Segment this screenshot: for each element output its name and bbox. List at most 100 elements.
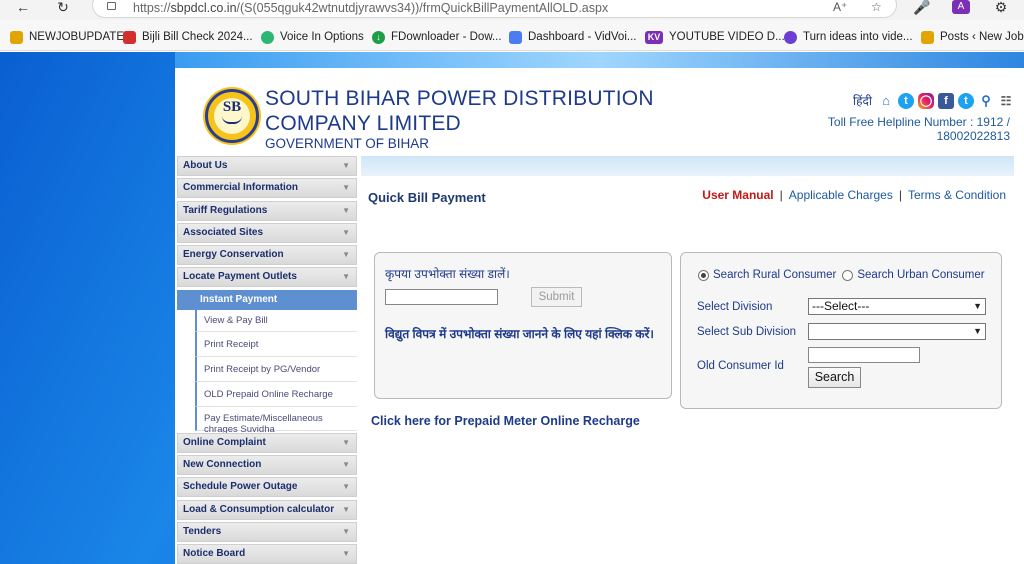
bookmark-posts[interactable]: Posts ‹ New Job U <box>921 29 1024 45</box>
menu-about-us[interactable]: About Us ▼ <box>177 156 357 176</box>
find-consumer-number-link[interactable]: विद्युत विपत्र में उपभोक्ता संख्या जानने… <box>385 327 655 342</box>
company-logo[interactable]: SB <box>205 89 259 143</box>
radio-urban-label[interactable]: Search Urban Consumer <box>857 269 984 281</box>
sub-division-label: Select Sub Division <box>697 326 797 338</box>
facebook-icon[interactable]: f <box>938 92 954 109</box>
back-arrow-icon[interactable]: ← <box>14 0 32 16</box>
terms-condition-link[interactable]: Terms & Condition <box>908 188 1006 202</box>
chevron-down-icon: ▼ <box>342 183 350 193</box>
read-aloud-icon[interactable]: A⁺ <box>833 0 847 14</box>
chevron-down-icon: ▼ <box>342 437 350 447</box>
submit-button[interactable]: Submit <box>531 287 582 307</box>
folder-icon <box>921 30 934 44</box>
submenu-print-receipt[interactable]: Print Receipt <box>195 331 357 357</box>
menu-locate-payment-outlets[interactable]: Locate Payment Outlets ▼ <box>177 267 357 288</box>
menu-tariff-regulations[interactable]: Tariff Regulations ▼ <box>177 200 357 221</box>
division-label: Select Division <box>697 301 773 313</box>
radio-urban-consumer[interactable] <box>842 269 854 281</box>
twitter-icon[interactable]: t <box>898 92 914 109</box>
search-button[interactable]: Search <box>808 367 861 388</box>
applicable-charges-link[interactable]: Applicable Charges <box>789 188 893 202</box>
prepaid-recharge-link[interactable]: Click here for Prepaid Meter Online Rech… <box>371 414 640 428</box>
company-subtitle: GOVERNMENT OF BIHAR <box>265 136 430 151</box>
old-consumer-id-label: Old Consumer Id <box>697 360 784 372</box>
bookmark-youtube-video[interactable]: KV YOUTUBE VIDEO D... <box>645 29 785 45</box>
submenu-pay-estimate[interactable]: Pay Estimate/Miscellaneous chrages Suvid… <box>195 406 357 435</box>
hindi-link[interactable]: हिंदी <box>853 92 872 109</box>
voice-icon <box>261 30 274 44</box>
chevron-down-icon: ▼ <box>342 250 350 260</box>
bookmark-vidvoice[interactable]: Dashboard - VidVoi... <box>509 29 636 45</box>
header-band <box>175 52 1024 68</box>
instagram-icon[interactable]: ◯ <box>918 92 934 109</box>
chevron-down-icon: ▼ <box>342 549 350 559</box>
top-links: User Manual | Applicable Charges | Terms & C… <box>702 188 1006 202</box>
menu-notice-board[interactable]: Notice Board ▼ <box>177 544 357 564</box>
download-icon: ↓ <box>372 30 385 44</box>
bookmark-bijli-bill[interactable]: Bijli Bill Check 2024... <box>123 29 253 45</box>
menu-schedule-power-outage[interactable]: Schedule Power Outage ▼ <box>177 477 357 498</box>
helpline-text: Toll Free Helpline Number : 1912 / 18002… <box>827 115 1010 143</box>
logo-smile-icon <box>222 116 242 124</box>
old-consumer-id-input[interactable] <box>808 347 920 363</box>
bookmark-fdownloader[interactable]: ↓ FDownloader - Dow... <box>372 29 502 45</box>
sparkle-icon <box>784 30 797 44</box>
consumer-number-panel: कृपया उपभोक्ता संख्या डालें। Submit विद्… <box>374 252 672 399</box>
chevron-down-icon: ▼ <box>342 161 350 170</box>
content-header-strip <box>361 156 1014 176</box>
extensions-puzzle-icon[interactable]: ⚙ <box>992 0 1010 16</box>
site-page: SB SOUTH BIHAR POWER DISTRIBUTION COMPAN… <box>175 68 1024 564</box>
sidebar-menu: About Us ▼ Commercial Information ▼ Tariff… <box>177 156 357 564</box>
menu-tenders[interactable]: Tenders ▼ <box>177 521 357 542</box>
chevron-down-icon: ▼ <box>342 504 350 514</box>
consumer-type-radios: Search Rural Consumer Search Urban Consu… <box>698 269 985 281</box>
social-icons: हिंदी ⌂ t ◯ f t ⚲ ☷ <box>853 92 1014 109</box>
page-title: Quick Bill Payment <box>368 190 486 205</box>
menu-associated-sites[interactable]: Associated Sites ▼ <box>177 222 357 243</box>
chevron-down-icon: ▼ <box>342 460 350 470</box>
submenu-print-receipt-vendor[interactable]: Print Receipt by PG/Vendor <box>195 356 357 382</box>
sub-division-select[interactable]: ▼ <box>808 323 986 340</box>
radio-rural-consumer[interactable] <box>698 269 709 281</box>
menu-commercial-information[interactable]: Commercial Information ▼ <box>177 178 357 199</box>
chevron-down-icon: ▼ <box>342 482 350 492</box>
bookmark-newjobupdate[interactable]: NEWJOBUPDATE <box>10 29 124 45</box>
favorite-star-icon[interactable]: ☆ <box>871 0 882 14</box>
url-text: https://sbpdcl.co.in/(S(055qguk42wtnutdj… <box>133 1 609 15</box>
menu-online-complaint[interactable]: Online Complaint ▼ <box>177 432 357 453</box>
sitemap-icon[interactable]: ☷ <box>998 93 1014 109</box>
search-consumer-panel: Search Rural Consumer Search Urban Consu… <box>680 252 1002 409</box>
chevron-down-icon: ▼ <box>973 326 982 336</box>
chevron-down-icon: ▼ <box>342 526 350 536</box>
chevron-down-icon: ▼ <box>973 301 982 311</box>
folder-icon <box>10 30 23 44</box>
chevron-down-icon: ▼ <box>342 272 350 282</box>
browser-toolbar: ← ↻ https://sbpdcl.co.in/(S(055qguk42wtn… <box>0 0 1024 20</box>
logo-text: SB <box>222 99 242 115</box>
home-icon[interactable]: ⌂ <box>878 93 894 109</box>
user-manual-link[interactable]: User Manual <box>702 188 773 202</box>
site-info-icon[interactable] <box>107 2 116 10</box>
menu-new-connection[interactable]: New Connection ▼ <box>177 455 357 476</box>
submenu-view-pay-bill[interactable]: View & Pay Bill <box>195 309 357 332</box>
consumer-number-input[interactable] <box>385 289 498 305</box>
extension-icon[interactable]: A <box>952 0 970 14</box>
microphone-icon[interactable]: 🎤 <box>913 0 931 16</box>
menu-load-consumption-calculator[interactable]: Load & Consumption calculator ▼ <box>177 499 357 520</box>
address-bar[interactable]: https://sbpdcl.co.in/(S(055qguk42wtnutdj… <box>92 0 897 18</box>
bookmark-icon <box>123 30 136 44</box>
bookmark-voice-in[interactable]: Voice In Options <box>261 29 364 45</box>
chevron-down-icon: ▼ <box>342 227 350 237</box>
radio-rural-label[interactable]: Search Rural Consumer <box>713 269 836 281</box>
submenu-old-prepaid-recharge[interactable]: OLD Prepaid Online Recharge <box>195 381 357 407</box>
submenu-instant-payment[interactable]: Instant Payment <box>177 289 357 310</box>
site-header: SB SOUTH BIHAR POWER DISTRIBUTION COMPAN… <box>175 68 1024 154</box>
reload-icon[interactable]: ↻ <box>54 0 72 16</box>
company-title: SOUTH BIHAR POWER DISTRIBUTION COMPANY L… <box>265 87 654 135</box>
twitter-icon-2[interactable]: t <box>958 92 974 109</box>
search-icon[interactable]: ⚲ <box>978 93 994 109</box>
chevron-down-icon: ▼ <box>342 205 350 215</box>
menu-energy-conservation[interactable]: Energy Conservation ▼ <box>177 245 357 266</box>
bookmark-turn-ideas[interactable]: Turn ideas into vide... <box>784 29 913 45</box>
division-select[interactable]: ---Select--- ▼ <box>808 298 986 315</box>
